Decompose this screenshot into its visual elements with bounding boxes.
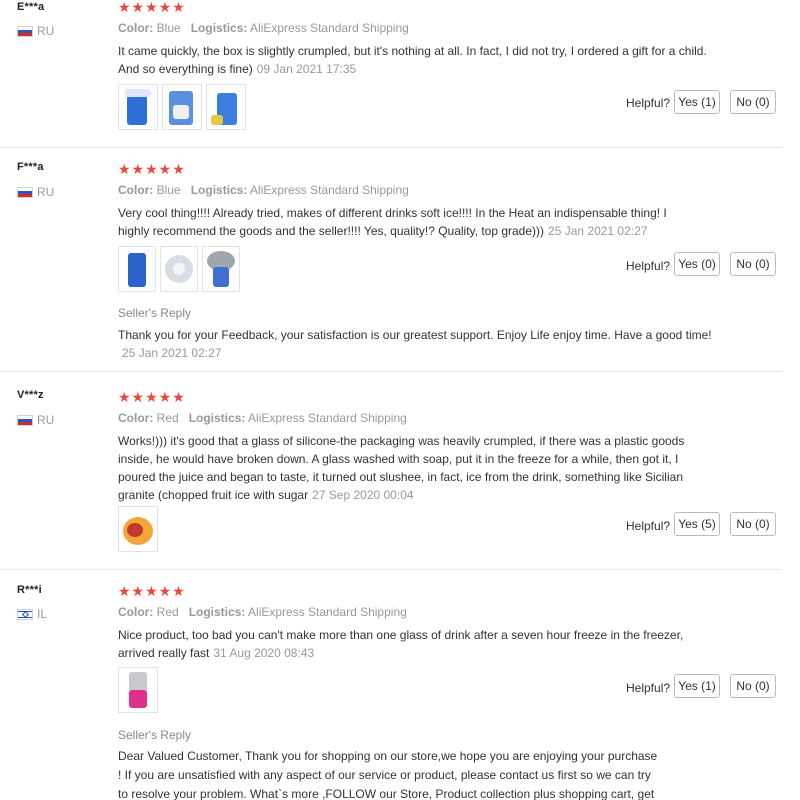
review-photo[interactable] (118, 84, 158, 130)
logistics-value: AliExpress Standard Shipping (248, 411, 407, 425)
review-photos (118, 667, 158, 713)
review-body: Nice product, too bad you can't make mor… (118, 628, 684, 660)
logistics-label: Logistics: (190, 183, 248, 197)
helpful-label: Helpful? (626, 519, 671, 533)
helpful-no-button[interactable]: No (0) (730, 252, 776, 276)
country-code: RU (37, 185, 55, 199)
logistics-value: AliExpress Standard Shipping (248, 605, 407, 619)
review-text: Nice product, too bad you can't make mor… (118, 626, 688, 662)
color-label: Color: (118, 411, 154, 425)
helpful-yes-button[interactable]: Yes (5) (674, 512, 720, 536)
review-photo[interactable] (118, 667, 158, 713)
helpful-yes-button[interactable]: Yes (0) (674, 252, 720, 276)
color-value: Blue (156, 183, 181, 197)
divider (0, 371, 782, 372)
reviewer-country: IL (17, 607, 47, 621)
review-photos (118, 246, 240, 292)
review-date: 09 Jan 2021 17:35 (256, 62, 357, 76)
sellers-reply-title: Seller's Reply (118, 728, 191, 742)
logistics-value: AliExpress Standard Shipping (250, 21, 409, 35)
order-info: Color: Red Logistics: AliExpress Standard… (118, 605, 407, 619)
israel-flag-icon (17, 608, 33, 620)
review-date: 27 Sep 2020 00:04 (312, 488, 414, 502)
reviewer-name: R***i (17, 584, 42, 596)
logistics-value: AliExpress Standard Shipping (250, 183, 409, 197)
review-photos (118, 506, 158, 552)
country-code: RU (37, 413, 55, 427)
helpful-no-button[interactable]: No (0) (730, 674, 776, 698)
review-photo[interactable] (206, 84, 246, 130)
country-code: RU (37, 24, 55, 38)
sellers-reply-text: Dear Valued Customer, Thank you for shop… (118, 749, 658, 800)
review-photo[interactable] (162, 84, 202, 130)
sellers-reply-date: 25 Jan 2021 02:27 (122, 346, 222, 360)
review-text: It came quickly, the box is slightly cru… (118, 42, 718, 78)
logistics-label: Logistics: (188, 411, 246, 425)
review-photo[interactable] (118, 246, 156, 292)
sellers-reply-text: Thank you for your Feedback, your satisf… (118, 328, 712, 342)
russia-flag-icon (17, 186, 33, 198)
rating-stars: ★★★★★ (118, 583, 186, 599)
logistics-label: Logistics: (190, 21, 248, 35)
rating-stars: ★★★★★ (118, 389, 186, 405)
reviewer-name: E***a (17, 1, 45, 13)
helpful-no-button[interactable]: No (0) (730, 512, 776, 536)
color-value: Red (156, 605, 179, 619)
reviewer-country: RU (17, 185, 54, 199)
color-label: Color: (118, 605, 154, 619)
country-code: IL (37, 607, 48, 621)
order-info: Color: Blue Logistics: AliExpress Standar… (118, 183, 409, 197)
sellers-reply-title: Seller's Reply (118, 306, 191, 320)
color-value: Blue (156, 21, 181, 35)
review-date: 31 Aug 2020 08:43 (213, 646, 315, 660)
helpful-yes-button[interactable]: Yes (1) (674, 674, 720, 698)
divider (0, 147, 782, 148)
review-photo[interactable] (118, 506, 158, 552)
helpful-no-button[interactable]: No (0) (730, 90, 776, 114)
review-photo[interactable] (202, 246, 240, 292)
russia-flag-icon (17, 414, 33, 426)
color-label: Color: (118, 183, 154, 197)
color-value: Red (156, 411, 179, 425)
helpful-yes-button[interactable]: Yes (1) (674, 90, 720, 114)
reviewer-name: F***a (17, 161, 44, 173)
helpful-label: Helpful? (626, 681, 671, 695)
divider (0, 569, 782, 570)
russia-flag-icon (17, 25, 33, 37)
helpful-label: Helpful? (626, 259, 671, 273)
reviewer-name: V***z (17, 389, 44, 401)
reviews-list: E***a RU ★★★★★ Color: Blue Logistics: Ali… (0, 0, 800, 800)
logistics-label: Logistics: (188, 605, 246, 619)
order-info: Color: Red Logistics: AliExpress Standard… (118, 411, 407, 425)
review-photos (118, 84, 246, 130)
order-info: Color: Blue Logistics: AliExpress Standar… (118, 21, 409, 35)
review-date: 25 Jan 2021 02:27 (548, 224, 648, 238)
color-label: Color: (118, 21, 154, 35)
rating-stars: ★★★★★ (118, 161, 186, 177)
review-text: Very cool thing!!!! Already tried, makes… (118, 204, 678, 240)
review-photo[interactable] (160, 246, 198, 292)
review-body: It came quickly, the box is slightly cru… (118, 44, 707, 76)
reviewer-country: RU (17, 413, 54, 427)
helpful-label: Helpful? (626, 96, 671, 110)
rating-stars: ★★★★★ (118, 0, 186, 15)
review-text: Works!))) it's good that a glass of sili… (118, 432, 693, 504)
reviewer-country: RU (17, 24, 54, 38)
